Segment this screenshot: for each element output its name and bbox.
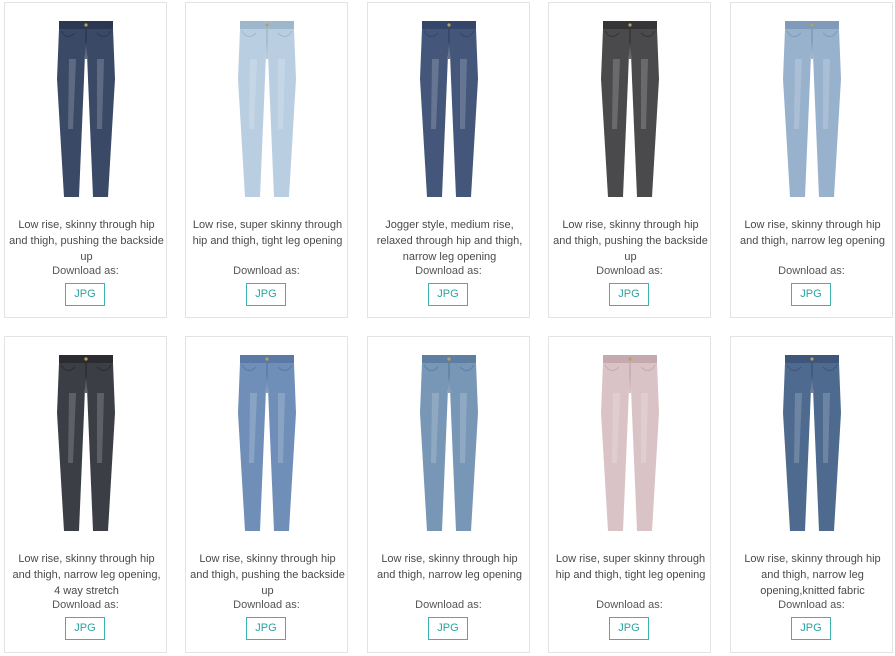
jeans-knit-blue-icon [782, 355, 841, 531]
product-description: Jogger style, medium rise, relaxed throu… [376, 219, 523, 263]
jpg-download-button[interactable]: JPG [246, 617, 286, 640]
product-grid: Low rise, skinny through hip and thigh, … [0, 0, 895, 656]
product-card: Low rise, skinny through hip and thigh, … [730, 2, 893, 318]
product-card: Low rise, skinny through hip and thigh, … [185, 336, 348, 653]
download-label: Download as: [233, 265, 300, 277]
download-label: Download as: [415, 265, 482, 277]
product-card: Low rise, skinny through hip and thigh, … [4, 336, 167, 653]
product-image[interactable] [5, 19, 166, 201]
product-image[interactable] [549, 19, 710, 201]
jeans-black-icon [600, 21, 659, 197]
jpg-download-button[interactable]: JPG [791, 617, 831, 640]
download-label: Download as: [52, 265, 119, 277]
jpg-download-button[interactable]: JPG [609, 283, 649, 306]
product-image[interactable] [368, 353, 529, 535]
product-description: Low rise, skinny through hip and thigh, … [744, 553, 881, 597]
product-description: Low rise, super skinny through hip and t… [192, 219, 343, 247]
product-image[interactable] [368, 19, 529, 201]
product-image[interactable] [186, 353, 347, 535]
jpg-download-button[interactable]: JPG [246, 283, 286, 306]
jpg-download-button[interactable]: JPG [791, 283, 831, 306]
product-description: Low rise, skinny through hip and thigh, … [9, 219, 164, 263]
download-label: Download as: [778, 265, 845, 277]
product-card: Low rise, super skinny through hip and t… [548, 336, 711, 653]
product-description: Low rise, super skinny through hip and t… [555, 553, 706, 581]
jeans-pink-icon [600, 355, 659, 531]
product-description: Low rise, skinny through hip and thigh, … [190, 553, 345, 597]
product-image[interactable] [186, 19, 347, 201]
jeans-mid-blue-icon [237, 355, 296, 531]
jpg-download-button[interactable]: JPG [65, 283, 105, 306]
jeans-dark-blue-icon [56, 21, 115, 197]
product-card: Jogger style, medium rise, relaxed throu… [367, 2, 530, 318]
download-label: Download as: [596, 599, 663, 611]
jeans-bleached-blue-icon [782, 21, 841, 197]
jpg-download-button[interactable]: JPG [65, 617, 105, 640]
product-description: Low rise, skinny through hip and thigh, … [740, 219, 885, 247]
product-image[interactable] [731, 19, 892, 201]
jeans-jogger-blue-icon [419, 21, 478, 197]
product-image[interactable] [731, 353, 892, 535]
product-description: Low rise, skinny through hip and thigh, … [553, 219, 708, 263]
product-card: Low rise, skinny through hip and thigh, … [4, 2, 167, 318]
download-label: Download as: [233, 599, 300, 611]
product-description: Low rise, skinny through hip and thigh, … [12, 553, 161, 597]
jeans-faded-blue-icon [419, 355, 478, 531]
product-image[interactable] [549, 353, 710, 535]
download-label: Download as: [415, 599, 482, 611]
product-card: Low rise, skinny through hip and thigh, … [367, 336, 530, 653]
download-label: Download as: [596, 265, 663, 277]
jpg-download-button[interactable]: JPG [428, 617, 468, 640]
jeans-black-stretch-icon [56, 355, 115, 531]
product-image[interactable] [5, 353, 166, 535]
product-description: Low rise, skinny through hip and thigh, … [377, 553, 522, 581]
download-label: Download as: [778, 599, 845, 611]
jpg-download-button[interactable]: JPG [609, 617, 649, 640]
download-label: Download as: [52, 599, 119, 611]
jeans-light-blue-icon [237, 21, 296, 197]
product-card: Low rise, skinny through hip and thigh, … [548, 2, 711, 318]
product-card: Low rise, super skinny through hip and t… [185, 2, 348, 318]
jpg-download-button[interactable]: JPG [428, 283, 468, 306]
product-card: Low rise, skinny through hip and thigh, … [730, 336, 893, 653]
